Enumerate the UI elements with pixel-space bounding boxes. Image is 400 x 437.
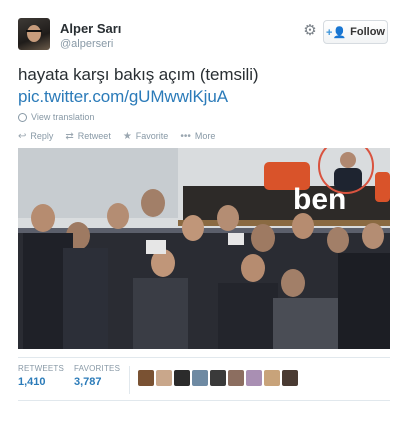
favorite-button[interactable]: ★ Favorite	[123, 131, 168, 142]
favorite-label: Favorite	[135, 131, 169, 141]
divider-bottom	[18, 400, 390, 401]
tweet-text: hayata karşı bakış açım (temsili)	[18, 65, 259, 84]
tweet-text-block: hayata karşı bakış açım (temsili) pic.tw…	[18, 64, 388, 108]
photo-overlay-text: ben	[293, 183, 346, 216]
reply-label: Reply	[30, 131, 54, 141]
view-translation[interactable]: View translation	[18, 112, 94, 122]
retweets-stat[interactable]: RETWEETS 1,410	[18, 364, 64, 388]
retweet-icon: ⇄	[65, 130, 74, 142]
follow-button-label: Follow	[350, 26, 385, 38]
view-translation-label: View translation	[31, 112, 95, 122]
favorites-value: 3,787	[74, 376, 102, 388]
avatar[interactable]	[18, 18, 50, 50]
reply-icon: ↩	[18, 130, 27, 142]
favorited-by-avatars	[138, 370, 298, 386]
add-user-icon: +👤	[326, 26, 347, 39]
retweet-label: Retweet	[77, 131, 111, 141]
tweet-actions: ↩ Reply ⇄ Retweet ★ Favorite ••• More	[18, 130, 215, 142]
favoriter-avatar[interactable]	[210, 370, 226, 386]
star-icon: ★	[122, 130, 132, 142]
favoriter-avatar[interactable]	[174, 370, 190, 386]
favoriter-avatar[interactable]	[282, 370, 298, 386]
favorites-label: FAVORITES	[74, 364, 121, 373]
tweet-stats: RETWEETS 1,410 FAVORITES 3,787	[18, 364, 390, 394]
favoriter-avatar[interactable]	[264, 370, 280, 386]
tweet-photo[interactable]: ben	[18, 148, 390, 349]
tweet-pic-link[interactable]: pic.twitter.com/gUMwwlKjuA	[18, 86, 388, 108]
divider-top	[18, 357, 390, 358]
gear-icon[interactable]: ⚙	[302, 23, 318, 39]
ellipsis-icon: •••	[180, 130, 191, 142]
favorites-stat[interactable]: FAVORITES 3,787	[74, 364, 120, 388]
avatar-glasses	[26, 30, 42, 36]
favoriter-avatar[interactable]	[156, 370, 172, 386]
retweets-label: RETWEETS	[18, 364, 65, 373]
favoriter-avatar[interactable]	[192, 370, 208, 386]
globe-icon	[18, 112, 27, 122]
retweet-button[interactable]: ⇄ Retweet	[65, 131, 110, 142]
follow-button[interactable]: +👤 Follow	[323, 20, 388, 44]
stats-separator	[129, 366, 130, 394]
user-name[interactable]: Alper Sarı	[60, 21, 121, 36]
reply-button[interactable]: ↩ Reply	[18, 131, 53, 142]
retweets-value: 1,410	[18, 376, 46, 388]
favoriter-avatar[interactable]	[228, 370, 244, 386]
tweet-header: Alper Sarı @alperseri ⚙ +👤 Follow	[18, 18, 390, 58]
more-label: More	[194, 131, 216, 141]
more-button[interactable]: ••• More	[180, 131, 215, 142]
favoriter-avatar[interactable]	[138, 370, 154, 386]
favoriter-avatar[interactable]	[246, 370, 262, 386]
user-handle[interactable]: @alperseri	[60, 38, 113, 50]
photo-illustration: ben	[18, 148, 390, 349]
